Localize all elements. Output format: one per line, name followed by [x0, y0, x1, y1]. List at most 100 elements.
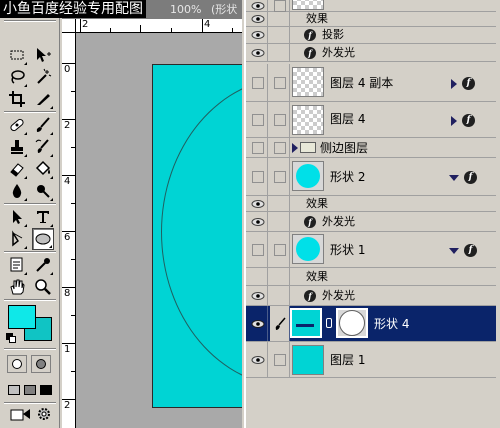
link-toggle[interactable]	[270, 268, 290, 285]
path-selection-tool[interactable]	[6, 206, 28, 228]
effects-expand-toggle[interactable]: f	[449, 244, 477, 257]
link-toggle[interactable]	[270, 212, 290, 231]
layers-panel: 效果 f 投影 f 外发光 图层 4 副本 f 图层 4 f 侧边图层 形状 2…	[244, 0, 500, 428]
link-toggle[interactable]	[270, 27, 290, 43]
quick-mask-button[interactable]	[31, 355, 51, 373]
link-toggle[interactable]	[270, 232, 290, 267]
layers-empty-area	[246, 378, 496, 428]
group-expand-arrow-icon[interactable]	[292, 143, 298, 153]
link-toggle[interactable]	[270, 102, 290, 137]
settings-button[interactable]	[36, 406, 52, 422]
visibility-toggle[interactable]	[248, 232, 268, 267]
link-toggle[interactable]	[270, 44, 290, 61]
visibility-toggle[interactable]	[248, 0, 268, 11]
hand-tool[interactable]	[6, 276, 28, 298]
link-toggle[interactable]	[270, 342, 290, 377]
clone-stamp-tool[interactable]	[6, 136, 28, 158]
canvas-area[interactable]	[77, 34, 242, 428]
effect-item-row[interactable]: f 外发光	[246, 212, 496, 232]
magic-wand-tool[interactable]	[32, 66, 54, 88]
history-brush-tool[interactable]	[32, 136, 54, 158]
link-toggle[interactable]	[270, 196, 290, 211]
vertical-ruler[interactable]: 0 2 4 6 8 1 2	[62, 33, 76, 428]
brush-status[interactable]	[270, 306, 290, 341]
paint-bucket-tool[interactable]	[32, 158, 54, 180]
ellipse-shape-path[interactable]	[161, 77, 242, 387]
visibility-toggle[interactable]	[248, 102, 268, 137]
slice-tool[interactable]	[32, 88, 54, 110]
layer-row[interactable]: 图层 4 副本 f	[246, 64, 496, 102]
pen-tool[interactable]	[6, 228, 28, 250]
default-colors-icon[interactable]	[6, 333, 16, 343]
effects-row[interactable]: 效果	[246, 268, 496, 286]
link-toggle[interactable]	[270, 64, 290, 101]
layer-row[interactable]: 图层 4 f	[246, 102, 496, 138]
visibility-toggle[interactable]	[248, 268, 268, 285]
ruler-origin[interactable]	[62, 19, 76, 33]
eye-icon	[251, 31, 264, 39]
link-toggle[interactable]	[270, 286, 290, 305]
move-tool[interactable]	[32, 44, 54, 66]
layer-row-selected[interactable]: 形状 4	[246, 306, 496, 342]
layer-group-row[interactable]: 侧边图层	[246, 138, 496, 158]
screen-mode-standard-button[interactable]	[6, 382, 22, 398]
move-icon	[37, 48, 51, 62]
standard-mode-button[interactable]	[7, 355, 27, 373]
crop-tool[interactable]	[6, 88, 28, 110]
effects-label: 效果	[306, 197, 328, 210]
screen-mode-menubar-button[interactable]	[22, 382, 38, 398]
tools-separator	[4, 251, 56, 253]
effects-expand-toggle[interactable]: f	[451, 114, 475, 127]
visibility-toggle[interactable]	[248, 138, 268, 157]
link-toggle[interactable]	[270, 0, 290, 12]
visibility-toggle[interactable]	[248, 196, 268, 211]
visibility-toggle[interactable]	[248, 212, 268, 231]
link-toggle[interactable]	[270, 12, 290, 26]
layer-row[interactable]: 形状 2 f	[246, 158, 496, 196]
marquee-tool[interactable]	[6, 44, 28, 66]
visibility-toggle[interactable]	[248, 12, 268, 26]
effect-item-row[interactable]: f 外发光	[246, 286, 496, 306]
effects-expand-toggle[interactable]: f	[451, 77, 475, 90]
healing-brush-tool[interactable]	[6, 114, 28, 136]
visibility-toggle[interactable]	[248, 342, 268, 377]
lasso-tool[interactable]	[6, 66, 28, 88]
eyedropper-tool[interactable]	[32, 254, 54, 276]
eraser-tool[interactable]	[6, 158, 28, 180]
type-tool[interactable]	[32, 206, 54, 228]
screen-mode-full-button[interactable]	[38, 382, 54, 398]
ellipse-tool[interactable]	[32, 228, 54, 250]
effects-row[interactable]: 效果	[246, 196, 496, 212]
visibility-toggle[interactable]	[248, 158, 268, 195]
visibility-toggle[interactable]	[248, 44, 268, 61]
effect-item-row[interactable]: f 投影	[246, 27, 496, 44]
dodge-tool[interactable]	[32, 180, 54, 202]
effects-expand-toggle[interactable]: f	[449, 171, 477, 184]
visibility-toggle[interactable]	[248, 27, 268, 43]
layer-row[interactable]: 形状 1 f	[246, 232, 496, 268]
effect-item-row[interactable]: f 外发光	[246, 44, 496, 62]
visibility-toggle[interactable]	[248, 64, 268, 101]
layer-row-partial[interactable]	[246, 0, 496, 12]
chain-link-icon[interactable]	[326, 318, 332, 328]
horizontal-ruler[interactable]: 2 4	[76, 19, 242, 33]
effects-label: 效果	[306, 12, 328, 25]
fx-icon: f	[462, 114, 475, 127]
blur-tool[interactable]	[6, 180, 28, 202]
hand-icon	[10, 279, 25, 295]
link-toggle[interactable]	[270, 158, 290, 195]
eye-icon	[251, 291, 264, 300]
visibility-toggle[interactable]	[248, 306, 268, 341]
brush-tool[interactable]	[32, 114, 54, 136]
eye-icon	[251, 355, 264, 364]
foreground-color-swatch[interactable]	[8, 305, 36, 329]
zoom-tool[interactable]	[32, 276, 54, 298]
link-toggle[interactable]	[270, 138, 290, 157]
layer-row[interactable]: 图层 1	[246, 342, 496, 378]
jump-to-imageready-button[interactable]	[10, 406, 32, 422]
notes-tool[interactable]	[6, 254, 28, 276]
visibility-toggle[interactable]	[248, 286, 268, 305]
effects-row[interactable]: 效果	[246, 12, 496, 27]
vector-mask-thumbnail[interactable]	[336, 308, 368, 338]
canvas[interactable]	[152, 64, 242, 408]
